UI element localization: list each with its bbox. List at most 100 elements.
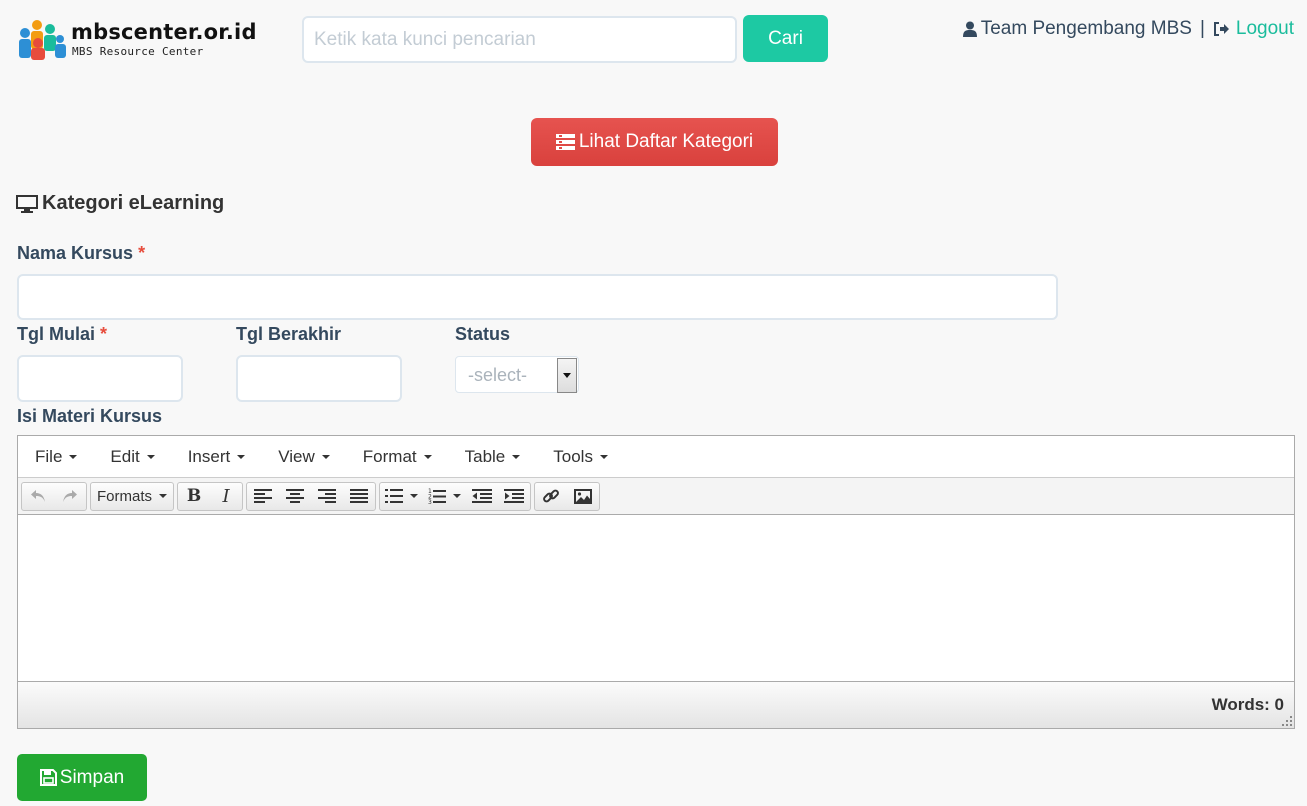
floppy-disk-icon xyxy=(39,769,57,786)
indent-icon xyxy=(504,489,525,503)
course-name-input[interactable] xyxy=(17,274,1058,320)
list-categories-label: Lihat Daftar Kategori xyxy=(578,131,754,152)
italic-button[interactable]: I xyxy=(210,483,242,510)
dropdown-arrow-icon[interactable] xyxy=(557,358,577,393)
outdent-icon xyxy=(472,489,493,503)
menu-tools[interactable]: Tools xyxy=(542,447,619,467)
menu-view-label: View xyxy=(278,446,315,466)
user-icon xyxy=(962,21,977,37)
search-button[interactable]: Cari xyxy=(743,15,828,62)
caret-down-icon xyxy=(237,454,246,459)
logo-subtitle: MBS Resource Center xyxy=(72,45,204,58)
undo-button[interactable] xyxy=(22,483,54,510)
align-right-icon xyxy=(318,489,337,503)
menu-insert[interactable]: Insert xyxy=(177,447,257,467)
menu-view[interactable]: View xyxy=(267,447,341,467)
align-left-button[interactable] xyxy=(247,483,279,510)
align-group xyxy=(246,481,377,511)
caret-down-icon xyxy=(69,454,78,459)
list-icon xyxy=(555,134,575,150)
end-date-input[interactable] xyxy=(236,355,402,402)
menu-edit-label: Edit xyxy=(110,446,140,466)
caret-down-icon xyxy=(599,454,608,459)
status-select[interactable]: -select- xyxy=(455,356,579,393)
numbered-list-button[interactable]: 123 xyxy=(423,483,466,510)
insert-group xyxy=(534,481,601,511)
user-menu: Team Pengembang MBS | Logout xyxy=(962,16,1294,42)
bullet-list-icon xyxy=(385,489,404,503)
history-group xyxy=(21,481,87,511)
redo-icon xyxy=(63,490,77,502)
save-label: Simpan xyxy=(59,766,125,788)
desktop-icon xyxy=(16,194,38,213)
start-date-label: Tgl Mulai * xyxy=(17,324,107,345)
formats-group: Formats xyxy=(90,481,175,511)
svg-text:3: 3 xyxy=(428,499,432,504)
editor-statusbar: Words: 0 xyxy=(18,681,1294,728)
rich-text-editor: File Edit Insert View Format Table Tools… xyxy=(17,435,1295,729)
align-center-icon xyxy=(286,489,305,503)
insert-image-button[interactable] xyxy=(567,483,599,510)
word-count: Words: 0 xyxy=(1211,695,1284,714)
formats-dropdown[interactable]: Formats xyxy=(91,483,173,510)
end-date-label: Tgl Berakhir xyxy=(236,324,342,344)
start-date-input[interactable] xyxy=(17,355,183,402)
indent-button[interactable] xyxy=(498,483,530,510)
insert-link-button[interactable] xyxy=(535,483,567,510)
section-title: Kategori eLearning xyxy=(16,192,224,215)
caret-down-icon xyxy=(159,494,168,498)
save-button[interactable]: Simpan xyxy=(17,754,147,801)
course-name-label-text: Nama Kursus xyxy=(17,243,134,263)
align-center-button[interactable] xyxy=(279,483,311,510)
caret-down-icon[interactable] xyxy=(453,494,462,498)
redo-button[interactable] xyxy=(54,483,86,510)
text-style-group: B I xyxy=(177,481,244,511)
resize-grip-icon[interactable] xyxy=(1282,716,1292,726)
menu-format-label: Format xyxy=(362,446,417,466)
numbered-list-icon: 123 xyxy=(428,488,447,504)
start-date-label-text: Tgl Mulai xyxy=(17,324,95,344)
menu-file-label: File xyxy=(35,446,63,466)
search-input[interactable] xyxy=(302,16,737,63)
status-label: Status xyxy=(455,324,511,344)
italic-icon: I xyxy=(222,485,230,507)
caret-down-icon xyxy=(512,454,521,459)
list-group: 123 xyxy=(379,481,532,511)
undo-icon xyxy=(31,490,45,502)
formats-label: Formats xyxy=(97,487,153,505)
caret-down-icon xyxy=(146,454,155,459)
outdent-button[interactable] xyxy=(466,483,498,510)
caret-down-icon[interactable] xyxy=(410,494,419,498)
separator: | xyxy=(1199,18,1205,39)
menu-table[interactable]: Table xyxy=(454,447,532,467)
menu-insert-label: Insert xyxy=(187,446,231,466)
editor-content-area[interactable] xyxy=(18,515,1294,682)
user-name: Team Pengembang MBS xyxy=(980,18,1192,39)
align-left-icon xyxy=(254,489,273,503)
menu-edit[interactable]: Edit xyxy=(99,447,165,467)
align-right-button[interactable] xyxy=(311,483,343,510)
site-logo[interactable]: mbscenter.or.id MBS Resource Center xyxy=(16,16,276,60)
required-mark: * xyxy=(138,243,146,263)
sign-out-icon xyxy=(1213,22,1229,36)
content-label: Isi Materi Kursus xyxy=(17,406,163,426)
menu-tools-label: Tools xyxy=(553,446,593,466)
bold-button[interactable]: B xyxy=(178,483,210,510)
menu-format[interactable]: Format xyxy=(352,447,443,467)
logo-title: mbscenter.or.id xyxy=(71,20,257,44)
caret-down-icon xyxy=(321,454,330,459)
align-justify-button[interactable] xyxy=(343,483,375,510)
logout-link[interactable]: Logout xyxy=(1213,18,1294,40)
bullet-list-button[interactable] xyxy=(380,483,423,510)
course-name-label: Nama Kursus * xyxy=(17,243,145,264)
menu-file[interactable]: File xyxy=(24,447,88,467)
caret-down-icon xyxy=(423,454,432,459)
list-categories-button[interactable]: Lihat Daftar Kategori xyxy=(531,118,778,166)
image-icon xyxy=(574,488,593,504)
people-logo-icon xyxy=(19,20,66,60)
logout-label: Logout xyxy=(1235,18,1294,39)
required-mark: * xyxy=(100,324,108,344)
section-title-text: Kategori eLearning xyxy=(42,192,225,214)
editor-toolbar: Formats B I 1 2 3 xyxy=(18,478,1294,515)
align-justify-icon xyxy=(350,489,369,503)
